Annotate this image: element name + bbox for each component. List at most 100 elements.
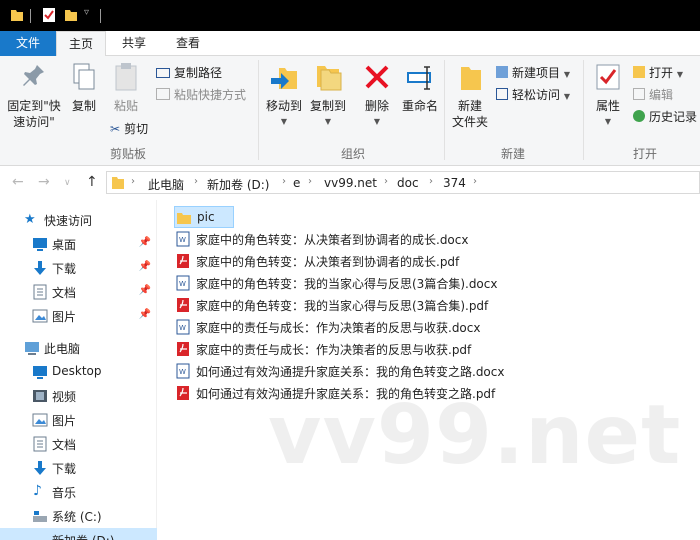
pdf-document-icon — [177, 298, 189, 312]
new-item-label: 新建项目 — [512, 66, 561, 80]
nav-item-music[interactable]: ♪ 音乐 — [0, 480, 157, 504]
copy-button[interactable]: 复制 — [66, 62, 102, 114]
word-document-icon: W — [176, 231, 190, 247]
file-item-docx[interactable]: W 家庭中的角色转变：我的当家心得与反思(3篇合集).docx — [174, 272, 514, 294]
nav-item-documents[interactable]: 文档 — [0, 432, 157, 456]
copy-path-button[interactable]: 复制路径 — [156, 64, 222, 82]
nav-item-desktop-pinned[interactable]: 桌面 📌 — [0, 232, 157, 256]
tab-home[interactable]: 主页 — [56, 31, 106, 57]
copy-to-label: 复制到 — [309, 99, 346, 113]
nav-item-quick-access[interactable]: ★ 快速访问 — [0, 208, 157, 232]
breadcrumb-374[interactable]: 374 — [443, 176, 466, 190]
forward-arrow-icon[interactable]: → — [38, 174, 50, 190]
svg-text:W: W — [179, 324, 186, 332]
address-bar[interactable]: › 此电脑 › 新加卷 (D:) › e › vv99.net › doc › … — [106, 171, 700, 194]
new-item-button[interactable]: 新建项目 ▼ — [496, 64, 570, 84]
properties-button[interactable]: 属性 ▼ — [588, 62, 628, 130]
nav-item-label: 图片 — [52, 310, 77, 324]
rename-button[interactable]: 重命名 — [398, 62, 442, 114]
folder-icon[interactable] — [10, 7, 24, 23]
chevron-down-icon: ▼ — [563, 92, 570, 101]
edit-button[interactable]: 编辑 — [633, 86, 673, 104]
paste-button[interactable]: 粘贴 — [106, 62, 146, 114]
file-item-pdf[interactable]: 家庭中的责任与成长：作为决策者的反思与收获.pdf — [174, 338, 484, 360]
tab-view[interactable]: 查看 — [166, 31, 210, 56]
nav-item-pictures[interactable]: 图片 — [0, 408, 157, 432]
file-item-docx[interactable]: W 家庭中的责任与成长：作为决策者的反思与收获.docx — [174, 316, 484, 338]
breadcrumb-separator: › — [131, 176, 135, 187]
open-group-label: 打开 — [633, 147, 658, 161]
properties-icon[interactable] — [42, 7, 56, 23]
new-folder-icon[interactable] — [64, 7, 78, 23]
file-item-docx[interactable]: W 家庭中的角色转变：从决策者到协调者的成长.docx — [174, 228, 474, 250]
new-folder-icon — [461, 67, 481, 90]
separator — [583, 60, 584, 160]
file-name: 家庭中的角色转变：从决策者到协调者的成长.docx — [196, 233, 469, 247]
nav-item-documents-pinned[interactable]: 文档 📌 — [0, 280, 157, 304]
tab-file[interactable]: 文件 — [0, 31, 56, 56]
pictures-icon — [32, 309, 48, 323]
file-item-pdf[interactable]: 家庭中的角色转变：我的当家心得与反思(3篇合集).pdf — [174, 294, 514, 316]
breadcrumb-drive-d[interactable]: 新加卷 (D:) — [207, 176, 269, 193]
nav-item-label: 新加卷 (D:) — [52, 532, 114, 540]
music-icon: ♪ — [33, 483, 42, 499]
open-label: 打开 — [649, 66, 674, 80]
folder-icon — [177, 213, 191, 224]
copy-label: 复制 — [71, 99, 96, 113]
drive-icon — [32, 532, 48, 540]
new-item-icon — [496, 66, 508, 78]
nav-item-downloads[interactable]: 下载 — [0, 456, 157, 480]
paste-shortcut-button[interactable]: 粘贴快捷方式 — [156, 86, 246, 104]
rename-label: 重命名 — [401, 99, 438, 113]
back-arrow-icon[interactable]: ← — [12, 174, 24, 190]
word-document-icon: W — [176, 275, 190, 291]
history-button[interactable]: 历史记录 — [633, 108, 697, 126]
nav-item-label: 桌面 — [52, 238, 77, 252]
properties-icon — [596, 64, 620, 90]
breadcrumb-this-pc[interactable]: 此电脑 — [148, 176, 184, 193]
customize-dropdown-icon[interactable]: ▿ — [84, 7, 89, 18]
pin-icon: 📌 — [138, 309, 151, 320]
cut-button[interactable]: ✂ 剪切 — [110, 120, 148, 138]
word-document-icon: W — [176, 319, 190, 335]
nav-item-downloads-pinned[interactable]: 下载 📌 — [0, 256, 157, 280]
video-icon — [33, 390, 47, 402]
nav-item-this-pc[interactable]: 此电脑 — [0, 336, 157, 360]
open-button[interactable]: 打开 ▼ — [633, 64, 683, 84]
breadcrumb-doc[interactable]: doc — [397, 176, 419, 190]
nav-item-label: 图片 — [52, 414, 77, 428]
nav-item-desktop[interactable]: Desktop — [0, 360, 157, 384]
recent-locations-chevron-icon[interactable]: ∨ — [64, 178, 71, 188]
copy-to-button[interactable]: 复制到 ▼ — [306, 62, 350, 130]
nav-item-drive-c[interactable]: 系统 (C:) — [0, 504, 157, 528]
folder-item-pic[interactable]: pic — [174, 206, 234, 228]
breadcrumb-separator: › — [308, 176, 312, 187]
up-arrow-icon[interactable]: ↑ — [86, 174, 98, 190]
breadcrumb-separator: › — [473, 176, 477, 187]
nav-item-drive-d[interactable]: 新加卷 (D:) — [0, 528, 157, 540]
move-to-button[interactable]: 移动到 ▼ — [262, 62, 306, 130]
nav-item-label: 文档 — [52, 438, 77, 452]
nav-item-videos[interactable]: 视频 — [0, 384, 157, 408]
nav-item-label: 下载 — [52, 462, 77, 476]
file-list: pic W 家庭中的角色转变：从决策者到协调者的成长.docx 家庭中的角色转变… — [158, 200, 700, 540]
tab-share[interactable]: 共享 — [112, 31, 156, 56]
nav-item-pictures-pinned[interactable]: 图片 📌 — [0, 304, 157, 328]
file-name: 家庭中的角色转变：我的当家心得与反思(3篇合集).pdf — [196, 299, 489, 313]
file-item-docx[interactable]: W 如何通过有效沟通提升家庭关系：我的角色转变之路.docx — [174, 360, 524, 382]
delete-button[interactable]: 删除 ▼ — [358, 62, 396, 130]
file-name: 家庭中的角色转变：从决策者到协调者的成长.pdf — [196, 255, 460, 269]
nav-item-label: Desktop — [52, 364, 102, 378]
new-folder-button[interactable]: 新建 文件夹 — [448, 62, 492, 130]
pictures-icon — [32, 413, 48, 427]
star-icon: ★ — [24, 212, 36, 227]
easy-access-button[interactable]: 轻松访问 ▼ — [496, 86, 570, 106]
delete-label: 删除 — [364, 99, 389, 113]
desktop-icon — [33, 238, 47, 251]
breadcrumb-vv99[interactable]: vv99.net — [324, 176, 377, 190]
file-name: 家庭中的责任与成长：作为决策者的反思与收获.pdf — [196, 343, 472, 357]
pin-to-quick-access-button[interactable]: 固定到"快 速访问" — [4, 62, 64, 130]
file-item-pdf[interactable]: 家庭中的角色转变：从决策者到协调者的成长.pdf — [174, 250, 474, 272]
chevron-down-icon: ▼ — [373, 117, 381, 126]
breadcrumb-e[interactable]: e — [293, 176, 300, 190]
